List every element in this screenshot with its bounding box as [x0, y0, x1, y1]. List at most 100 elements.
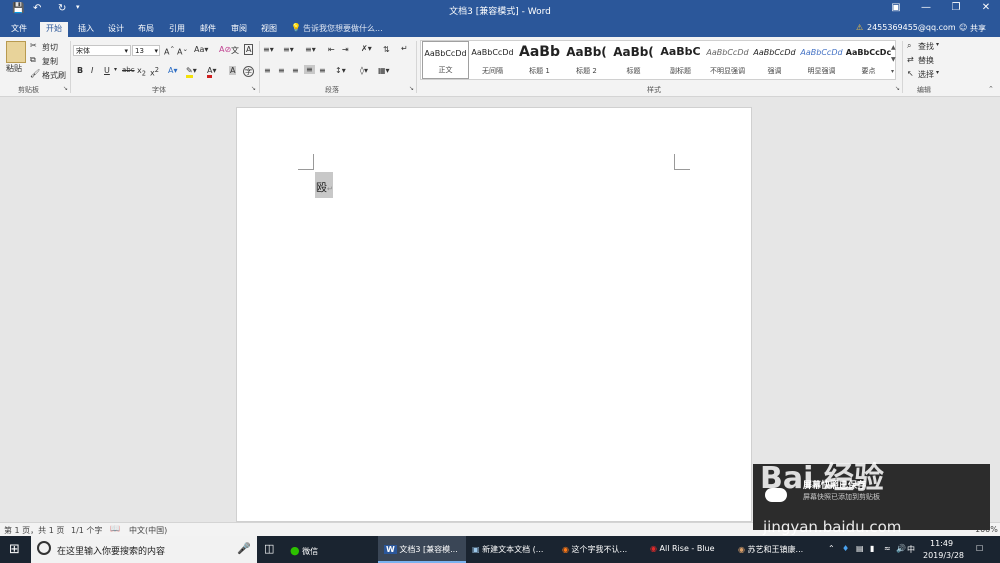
style-normal[interactable]: AaBbCcDd 正文 — [422, 41, 469, 79]
clock-date[interactable]: 2019/3/28 — [923, 551, 964, 560]
language-indicator[interactable]: 中文(中国) — [129, 525, 167, 536]
task-view-icon[interactable]: ◫ — [264, 536, 274, 563]
account-email[interactable]: 2455369455@qq.com — [867, 23, 956, 32]
taskbar-app-notepad[interactable]: ▣ 新建文本文档 (... — [472, 536, 554, 563]
superscript-icon[interactable]: x2 — [150, 66, 159, 78]
tab-design[interactable]: 设计 — [108, 23, 124, 34]
sort-icon[interactable]: ⇅ — [383, 45, 390, 54]
volume-icon[interactable]: 🔊 — [896, 536, 906, 563]
character-shading-icon[interactable]: A — [229, 66, 237, 75]
shading-icon[interactable]: ◊▾ — [360, 66, 368, 75]
collapse-ribbon-icon[interactable]: ⌃ — [988, 85, 994, 93]
word-count[interactable]: 1/1 个字 — [71, 525, 102, 536]
bullets-icon[interactable]: ≡▾ — [263, 45, 274, 54]
microphone-icon[interactable]: 🎤 — [237, 542, 251, 555]
taskbar-app-word[interactable]: W 文档3 [兼容模... — [378, 536, 466, 563]
clear-formatting-icon[interactable]: A⊘ — [219, 45, 231, 54]
windows-start-icon[interactable]: ⊞ — [9, 542, 20, 557]
style-emphasis[interactable]: AaBbCcDd 强调 — [751, 41, 798, 79]
chevron-down-icon[interactable]: ▾ — [936, 41, 939, 48]
align-center-icon[interactable]: ≡ — [278, 66, 285, 75]
find-button[interactable]: 查找 — [918, 41, 934, 52]
numbering-icon[interactable]: ≡▾ — [283, 45, 294, 54]
decrease-indent-icon[interactable]: ⇤ — [328, 45, 335, 54]
minimize-button[interactable]: — — [915, 2, 937, 18]
ime-indicator[interactable]: 中 — [907, 536, 915, 563]
tell-me-search[interactable]: 告诉我您想要做什么... — [303, 23, 383, 34]
multilevel-list-icon[interactable]: ≡▾ — [305, 45, 316, 54]
underline-chevron-icon[interactable]: ▾ — [114, 66, 117, 73]
highlight-icon[interactable]: ✎▾ — [186, 66, 197, 78]
increase-indent-icon[interactable]: ⇥ — [342, 45, 349, 54]
dialog-launcher-icon[interactable]: ↘ — [63, 85, 68, 92]
chevron-down-icon[interactable]: ▾ — [936, 69, 939, 76]
tab-file[interactable]: 文件 — [11, 23, 27, 34]
tab-layout[interactable]: 布局 — [138, 23, 154, 34]
bold-icon[interactable]: B — [77, 66, 83, 75]
shrink-font-icon[interactable]: A⌄ — [177, 45, 188, 57]
bluetooth-icon[interactable]: ♦ — [842, 536, 849, 563]
taskbar-app-wechat[interactable]: ● 微信 — [290, 536, 372, 563]
text-effects-icon[interactable]: A▾ — [168, 66, 178, 75]
tab-view[interactable]: 视图 — [261, 23, 277, 34]
style-no-spacing[interactable]: AaBbCcDd 无间隔 — [469, 41, 516, 79]
close-button[interactable]: ✕ — [975, 2, 997, 18]
distributed-icon[interactable]: ≡ — [319, 66, 326, 75]
tab-home[interactable]: 开始 — [40, 22, 68, 37]
font-size-combo[interactable]: 13 ▾ — [132, 45, 160, 56]
clock-time[interactable]: 11:49 — [930, 539, 953, 548]
tab-insert[interactable]: 插入 — [78, 23, 94, 34]
copy-button[interactable]: 复制 — [42, 56, 58, 67]
align-right-icon[interactable]: ≡ — [292, 66, 299, 75]
grow-font-icon[interactable]: A⌃ — [164, 45, 175, 57]
battery-icon[interactable]: ▮ — [870, 536, 874, 563]
taskbar-app-video[interactable]: ◉ 苏艺和王镇康... — [738, 536, 820, 563]
gallery-more-icon[interactable]: ▾ — [891, 68, 894, 75]
proofing-icon[interactable]: 📖 — [110, 524, 120, 533]
taskbar-app-firefox[interactable]: ◉ 这个字我不认... — [562, 536, 644, 563]
character-border-icon[interactable]: A — [244, 44, 254, 55]
tab-mailings[interactable]: 邮件 — [200, 23, 216, 34]
line-spacing-icon[interactable]: ↕▾ — [335, 66, 346, 75]
align-left-icon[interactable]: ≡ — [264, 66, 271, 75]
style-strong[interactable]: AaBbCcDc 要点 — [845, 41, 892, 79]
show-marks-icon[interactable]: ↵ — [401, 44, 408, 53]
share-button[interactable]: 共享 — [970, 23, 986, 34]
tray-overflow-icon[interactable]: ⌃ — [828, 536, 835, 563]
underline-icon[interactable]: U — [104, 66, 110, 75]
font-color-icon[interactable]: A▾ — [207, 66, 217, 78]
taskbar-search-box[interactable]: 在这里输入你要搜索的内容 🎤 — [31, 536, 257, 563]
select-button[interactable]: 选择 — [918, 69, 934, 80]
document-page[interactable]: 殴↵ — [236, 107, 752, 522]
selected-text[interactable]: 殴↵ — [315, 172, 333, 198]
wifi-icon[interactable]: ≈ — [884, 536, 891, 563]
enclose-characters-icon[interactable]: 字 — [243, 66, 254, 77]
style-subtle-emphasis[interactable]: AaBbCcDd 不明显强调 — [704, 41, 751, 79]
replace-button[interactable]: 替换 — [918, 55, 934, 66]
tab-references[interactable]: 引用 — [169, 23, 185, 34]
borders-icon[interactable]: ▦▾ — [378, 66, 390, 75]
strikethrough-icon[interactable]: abc — [122, 66, 135, 74]
restore-button[interactable]: ❐ — [945, 2, 967, 18]
style-heading-1[interactable]: AaBb 标题 1 — [516, 41, 563, 79]
cut-button[interactable]: 剪切 — [42, 42, 58, 53]
paste-button[interactable]: 粘贴 — [6, 63, 22, 74]
style-intense-emphasis[interactable]: AaBbCcDd 明显强调 — [798, 41, 845, 79]
italic-icon[interactable]: I — [91, 66, 93, 75]
change-case-icon[interactable]: Aa▾ — [194, 45, 208, 54]
font-name-combo[interactable]: 宋体 ▾ — [73, 45, 131, 56]
page-count[interactable]: 第 1 页，共 1 页 — [4, 525, 64, 536]
tab-review[interactable]: 审阅 — [231, 23, 247, 34]
style-title[interactable]: AaBb(标题 — [610, 41, 657, 79]
phonetic-guide-icon[interactable]: 文 — [231, 45, 239, 56]
format-painter-button[interactable]: 格式刷 — [42, 70, 66, 81]
dialog-launcher-icon[interactable]: ↘ — [895, 85, 900, 92]
taskbar-app-music[interactable]: ◉ All Rise - Blue — [650, 536, 732, 563]
action-center-icon[interactable]: ☐ — [976, 536, 983, 563]
justify-icon[interactable]: ≡ — [304, 65, 315, 74]
ribbon-display-options-icon[interactable]: ▣ — [885, 2, 907, 18]
subscript-icon[interactable]: x2 — [137, 66, 146, 78]
dialog-launcher-icon[interactable]: ↘ — [251, 85, 256, 92]
network-icon[interactable]: ▤ — [856, 536, 864, 563]
dialog-launcher-icon[interactable]: ↘ — [409, 85, 414, 92]
